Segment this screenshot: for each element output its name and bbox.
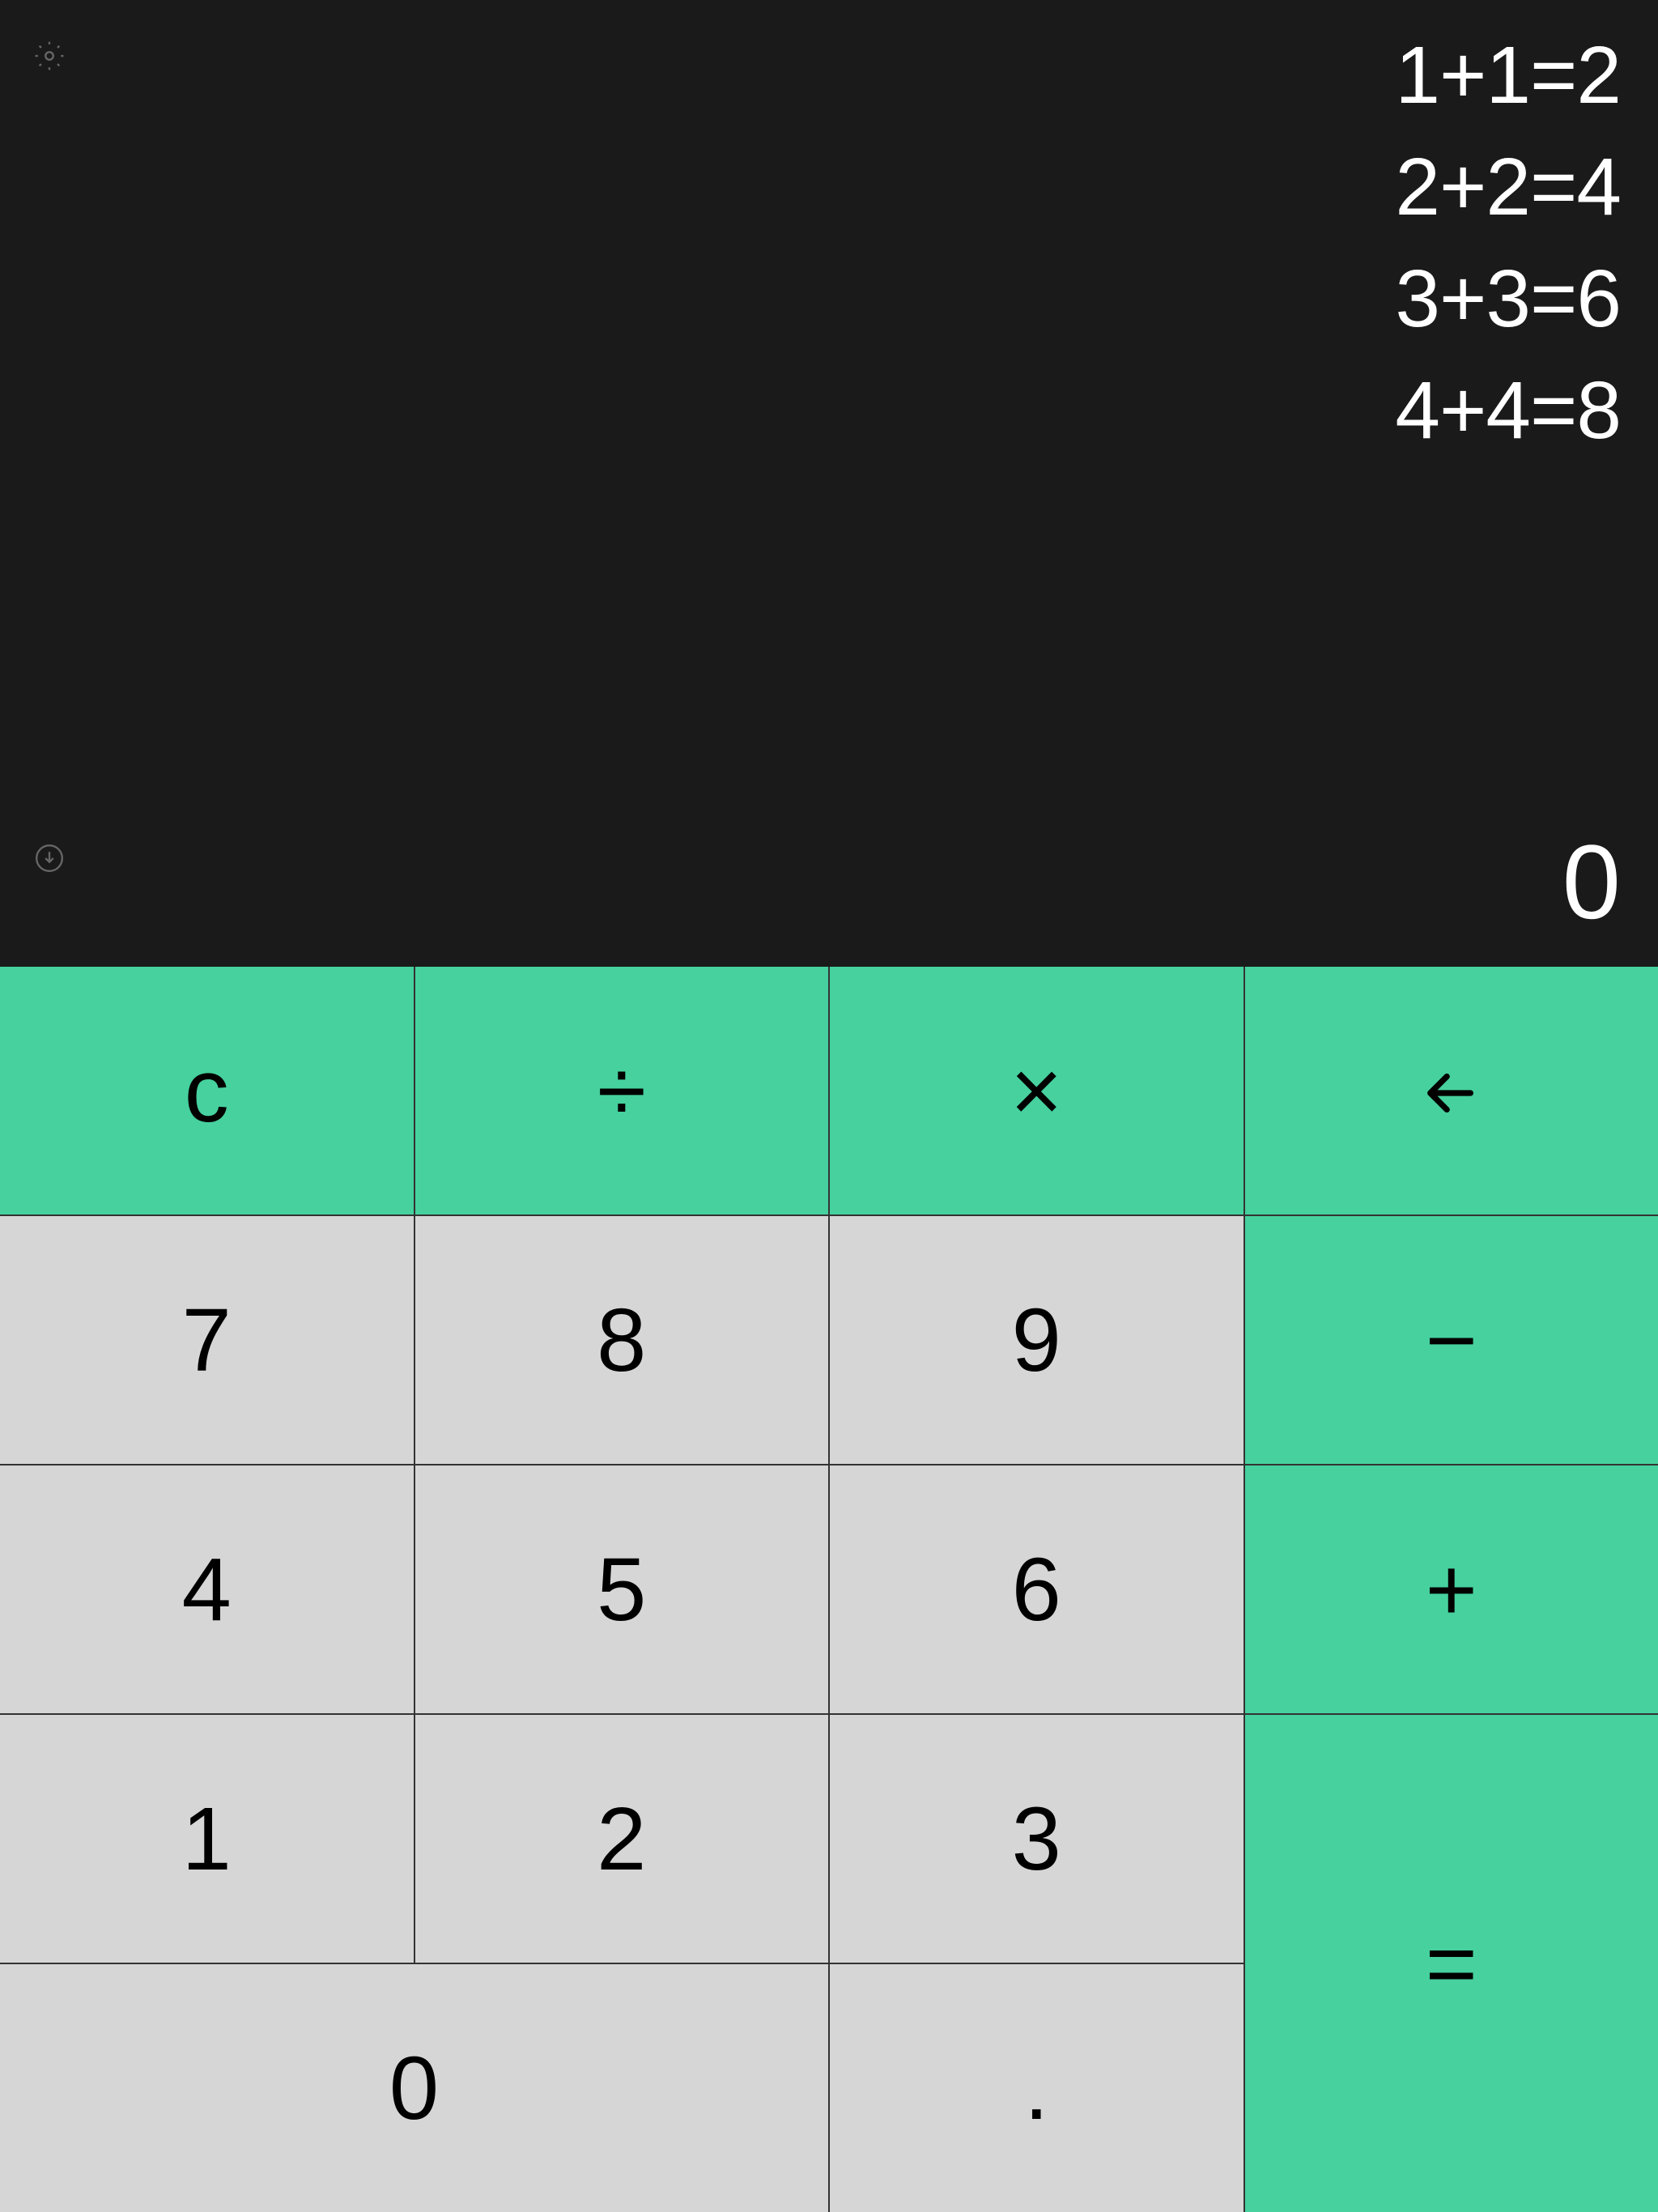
history-line: 1+1=2	[1395, 19, 1621, 131]
minus-button[interactable]: −	[1245, 1216, 1658, 1464]
backspace-button[interactable]	[1245, 967, 1658, 1214]
equals-button[interactable]: =	[1245, 1715, 1658, 2212]
eight-button[interactable]: 8	[415, 1216, 829, 1464]
seven-button[interactable]: 7	[0, 1216, 414, 1464]
one-button[interactable]: 1	[0, 1715, 414, 1963]
current-display-value: 0	[1562, 821, 1621, 942]
history-line: 3+3=6	[1395, 243, 1621, 355]
scroll-down-icon[interactable]	[34, 843, 65, 878]
divide-button[interactable]: ÷	[415, 967, 829, 1214]
decimal-button[interactable]: .	[830, 1964, 1244, 2212]
keypad: c ÷ × 7 8 9 − 4 5 6 + 1 2 3 = 0 .	[0, 967, 1658, 2212]
plus-button[interactable]: +	[1245, 1465, 1658, 1713]
two-button[interactable]: 2	[415, 1715, 829, 1963]
four-button[interactable]: 4	[0, 1465, 414, 1713]
zero-button[interactable]: 0	[0, 1964, 828, 2212]
three-button[interactable]: 3	[830, 1715, 1244, 1963]
settings-icon[interactable]	[34, 40, 65, 75]
calculation-history: 1+1=2 2+2=4 3+3=6 4+4=8	[1395, 19, 1621, 466]
six-button[interactable]: 6	[830, 1465, 1244, 1713]
clear-button[interactable]: c	[0, 967, 414, 1214]
multiply-button[interactable]: ×	[830, 967, 1244, 1214]
history-line: 4+4=8	[1395, 355, 1621, 466]
nine-button[interactable]: 9	[830, 1216, 1244, 1464]
history-line: 2+2=4	[1395, 131, 1621, 243]
display-area: 1+1=2 2+2=4 3+3=6 4+4=8 0	[0, 0, 1658, 967]
five-button[interactable]: 5	[415, 1465, 829, 1713]
arrow-left-icon	[1423, 1040, 1480, 1142]
